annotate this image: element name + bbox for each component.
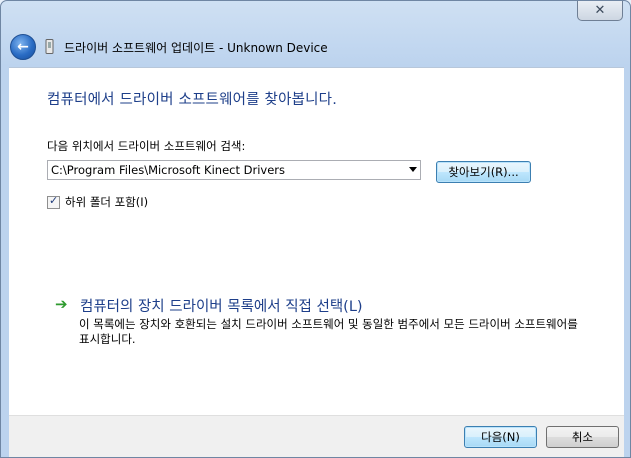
driver-update-dialog: ✕ ← 드라이버 소프트웨어 업데이트 - Unknown Device 컴퓨터… (0, 0, 631, 458)
close-icon: ✕ (594, 3, 606, 18)
pick-from-list-description: 이 목록에는 장치와 호환되는 설치 드라이버 소프트웨어 및 동일한 범주에서… (79, 317, 578, 346)
dialog-footer: 다음(N) 취소 (9, 415, 624, 457)
search-location-label: 다음 위치에서 드라이버 소프트웨어 검색: (47, 139, 246, 153)
pick-from-list-title[interactable]: 컴퓨터의 장치 드라이버 목록에서 직접 선택(L) (80, 295, 363, 316)
content-area: 컴퓨터에서 드라이버 소프트웨어를 찾아봅니다. 다음 위치에서 드라이버 소프… (9, 67, 624, 416)
dropdown-arrow-icon[interactable] (409, 167, 417, 172)
next-button[interactable]: 다음(N) (464, 426, 537, 448)
close-button[interactable]: ✕ (577, 1, 623, 21)
pick-from-list-link[interactable]: ➔ 컴퓨터의 장치 드라이버 목록에서 직접 선택(L) (55, 295, 363, 316)
driver-path-combobox[interactable]: C:\Program Files\Microsoft Kinect Driver… (47, 160, 421, 180)
browse-button-label: 찾아보기(R)... (448, 165, 519, 179)
device-icon (45, 39, 54, 54)
cancel-button-label: 취소 (571, 430, 594, 444)
back-arrow-icon: ← (17, 39, 29, 55)
next-button-label: 다음(N) (481, 430, 520, 444)
cancel-button[interactable]: 취소 (546, 426, 619, 448)
page-heading: 컴퓨터에서 드라이버 소프트웨어를 찾아봅니다. (47, 92, 338, 108)
back-button[interactable]: ← (10, 34, 36, 60)
browse-button[interactable]: 찾아보기(R)... (436, 161, 531, 183)
green-arrow-icon: ➔ (55, 295, 68, 313)
window-title: 드라이버 소프트웨어 업데이트 - Unknown Device (64, 41, 328, 55)
include-subfolders-option[interactable]: 하위 폴더 포함(I) (47, 194, 148, 210)
include-subfolders-checkbox[interactable] (47, 194, 60, 209)
driver-path-value: C:\Program Files\Microsoft Kinect Driver… (51, 163, 286, 177)
include-subfolders-label: 하위 폴더 포함(I) (65, 195, 149, 209)
